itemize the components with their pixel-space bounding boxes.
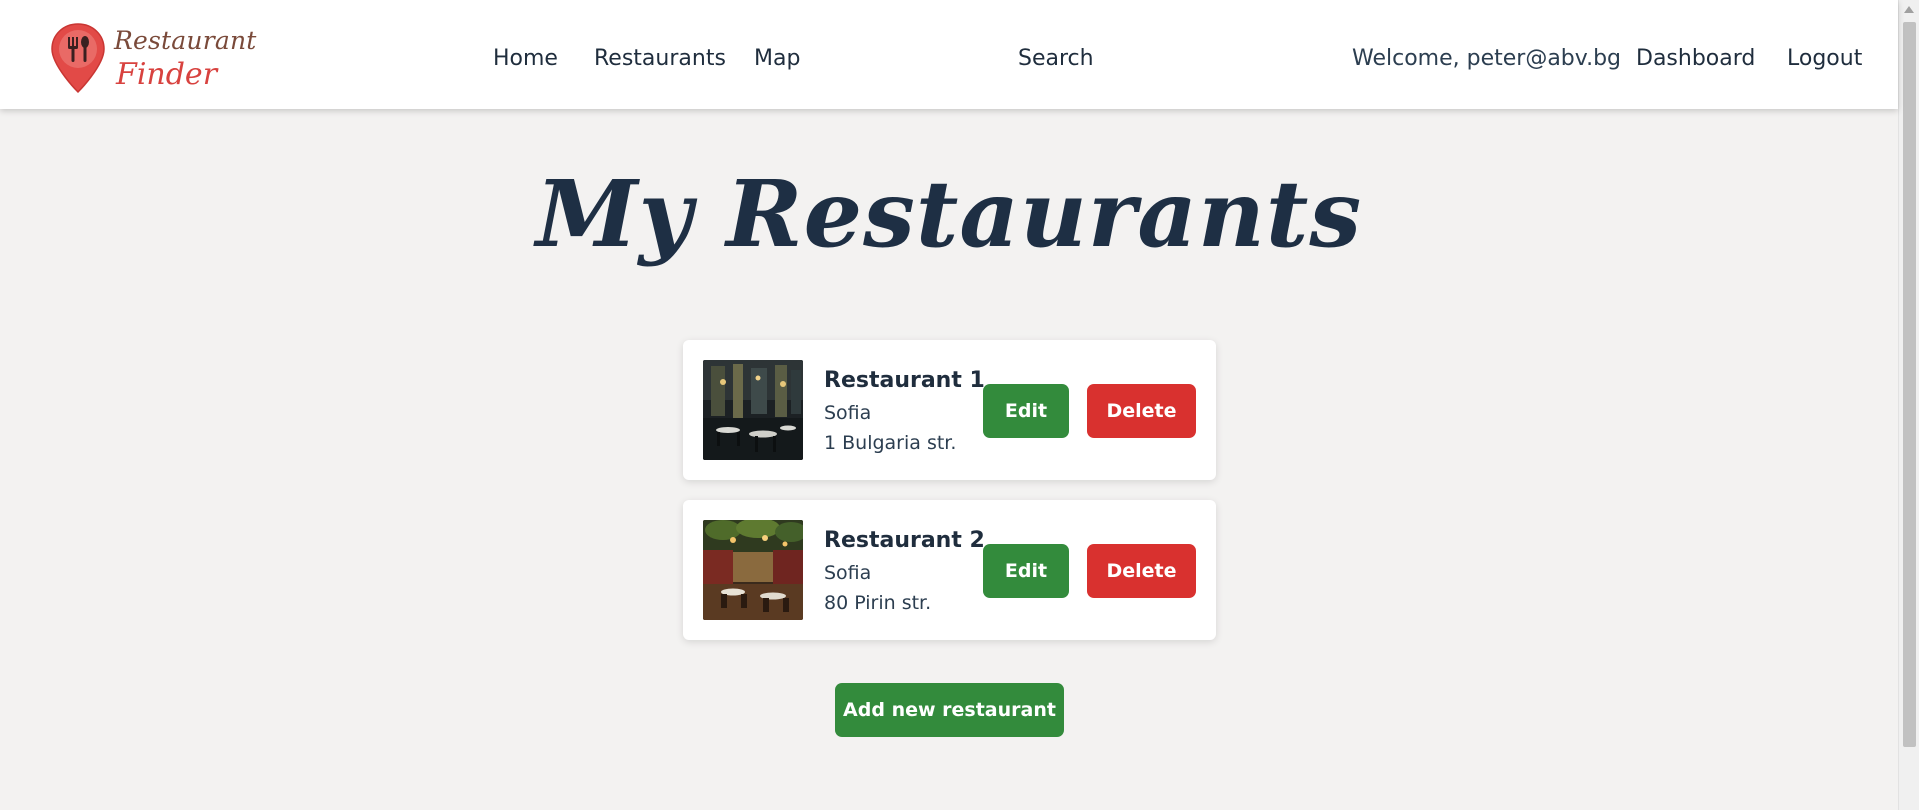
scroll-thumb[interactable] xyxy=(1903,22,1916,747)
restaurant-thumbnail xyxy=(703,360,803,460)
brand-name-line2: Finder xyxy=(116,57,218,92)
restaurant-city: Sofia xyxy=(824,562,872,584)
edit-button[interactable]: Edit xyxy=(983,544,1069,598)
nav-dashboard[interactable]: Dashboard xyxy=(1636,46,1755,71)
edit-button[interactable]: Edit xyxy=(983,384,1069,438)
nav-logout[interactable]: Logout xyxy=(1787,46,1862,71)
add-restaurant-button[interactable]: Add new restaurant xyxy=(835,683,1064,737)
brand-name-line1: Restaurant xyxy=(114,26,257,55)
top-navbar: Restaurant Finder Home Restaurants Map S… xyxy=(0,0,1898,109)
scroll-up-arrow-icon[interactable] xyxy=(1904,6,1914,13)
nav-home[interactable]: Home xyxy=(493,46,558,71)
brand-logo[interactable]: Restaurant Finder xyxy=(50,22,256,94)
page: Restaurant Finder Home Restaurants Map S… xyxy=(0,0,1919,810)
restaurant-card: Restaurant 2 Sofia 80 Pirin str. Edit De… xyxy=(683,500,1216,640)
vertical-scrollbar[interactable] xyxy=(1898,0,1919,810)
delete-button[interactable]: Delete xyxy=(1087,384,1196,438)
restaurant-card: Restaurant 1 Sofia 1 Bulgaria str. Edit … xyxy=(683,340,1216,480)
restaurant-name: Restaurant 1 xyxy=(824,368,985,393)
restaurant-city: Sofia xyxy=(824,402,872,424)
page-title: My Restaurants xyxy=(535,160,1363,268)
restaurant-photo-image xyxy=(703,360,803,460)
map-pin-cutlery-icon xyxy=(51,23,105,94)
delete-button[interactable]: Delete xyxy=(1087,544,1196,598)
nav-map[interactable]: Map xyxy=(754,46,800,71)
restaurant-name: Restaurant 2 xyxy=(824,528,985,553)
restaurant-thumbnail xyxy=(703,520,803,620)
restaurant-photo-image xyxy=(703,520,803,620)
nav-search[interactable]: Search xyxy=(1018,46,1094,71)
restaurant-address: 80 Pirin str. xyxy=(824,592,932,614)
nav-restaurants[interactable]: Restaurants xyxy=(594,46,726,71)
restaurant-address: 1 Bulgaria str. xyxy=(824,432,957,454)
welcome-text: Welcome, peter@abv.bg xyxy=(1352,46,1622,71)
